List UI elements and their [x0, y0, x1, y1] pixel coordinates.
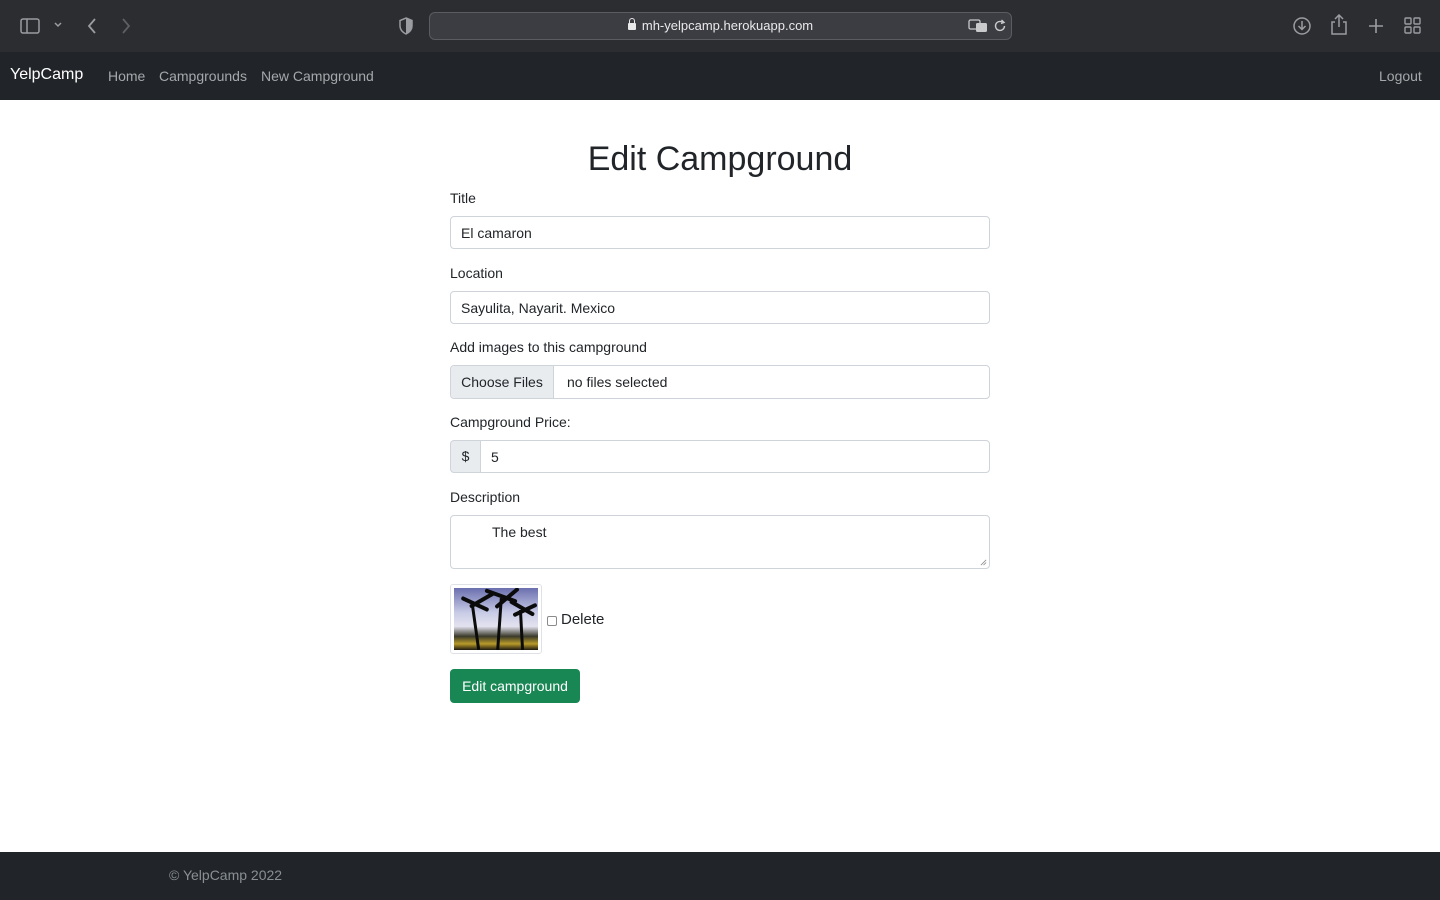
resize-handle-icon[interactable]: [980, 559, 987, 566]
address-bar[interactable]: mh-yelpcamp.herokuapp.com: [429, 12, 1012, 40]
tab-overview-icon[interactable]: [1404, 17, 1421, 34]
edit-campground-button[interactable]: Edit campground: [450, 669, 580, 703]
browser-toolbar: mh-yelpcamp.herokuapp.com: [0, 0, 1440, 52]
delete-image-checkbox[interactable]: [547, 616, 557, 626]
nav-link-campgrounds[interactable]: Campgrounds: [159, 68, 247, 84]
campground-image-thumbnail: [450, 584, 542, 654]
price-input-group: $ 5: [450, 440, 990, 473]
images-label: Add images to this campground: [450, 339, 647, 355]
lock-icon: [627, 18, 636, 30]
location-input[interactable]: Sayulita, Nayarit. Mexico: [450, 291, 990, 324]
file-status: no files selected: [567, 374, 668, 390]
download-icon[interactable]: [1292, 16, 1312, 36]
back-icon[interactable]: [86, 17, 98, 35]
price-label: Campground Price:: [450, 414, 571, 430]
page-title: Edit Campground: [587, 140, 853, 178]
description-text: The best: [492, 524, 547, 540]
forward-icon[interactable]: [120, 17, 132, 35]
logout-link[interactable]: Logout: [1379, 68, 1422, 84]
title-input[interactable]: El camaron: [450, 216, 990, 249]
translate-icon[interactable]: [968, 19, 988, 33]
price-input[interactable]: 5: [480, 440, 990, 473]
file-input[interactable]: Choose Files no files selected: [450, 365, 990, 399]
privacy-shield-icon[interactable]: [398, 17, 414, 35]
delete-label[interactable]: Delete: [561, 611, 604, 628]
description-textarea[interactable]: The best: [450, 515, 990, 569]
description-label: Description: [450, 489, 521, 505]
sidebar-toggle-icon[interactable]: [20, 18, 40, 34]
price-currency-addon: $: [450, 440, 481, 473]
title-label: Title: [450, 190, 476, 206]
reload-icon[interactable]: [993, 19, 1007, 33]
chevron-down-icon[interactable]: [54, 22, 62, 28]
nav-link-new-campground[interactable]: New Campground: [261, 68, 374, 84]
url-text: mh-yelpcamp.herokuapp.com: [641, 18, 814, 33]
nav-link-home[interactable]: Home: [108, 68, 145, 84]
footer: © YelpCamp 2022: [0, 852, 1440, 900]
location-label: Location: [450, 265, 503, 281]
share-icon[interactable]: [1330, 14, 1348, 36]
choose-files-button[interactable]: Choose Files: [451, 366, 554, 398]
palm-trees-image: [454, 588, 538, 650]
brand-link[interactable]: YelpCamp: [10, 66, 83, 84]
footer-copyright: © YelpCamp 2022: [169, 867, 283, 883]
navbar: YelpCamp Home Campgrounds New Campground…: [0, 52, 1440, 100]
new-tab-icon[interactable]: [1368, 18, 1384, 34]
